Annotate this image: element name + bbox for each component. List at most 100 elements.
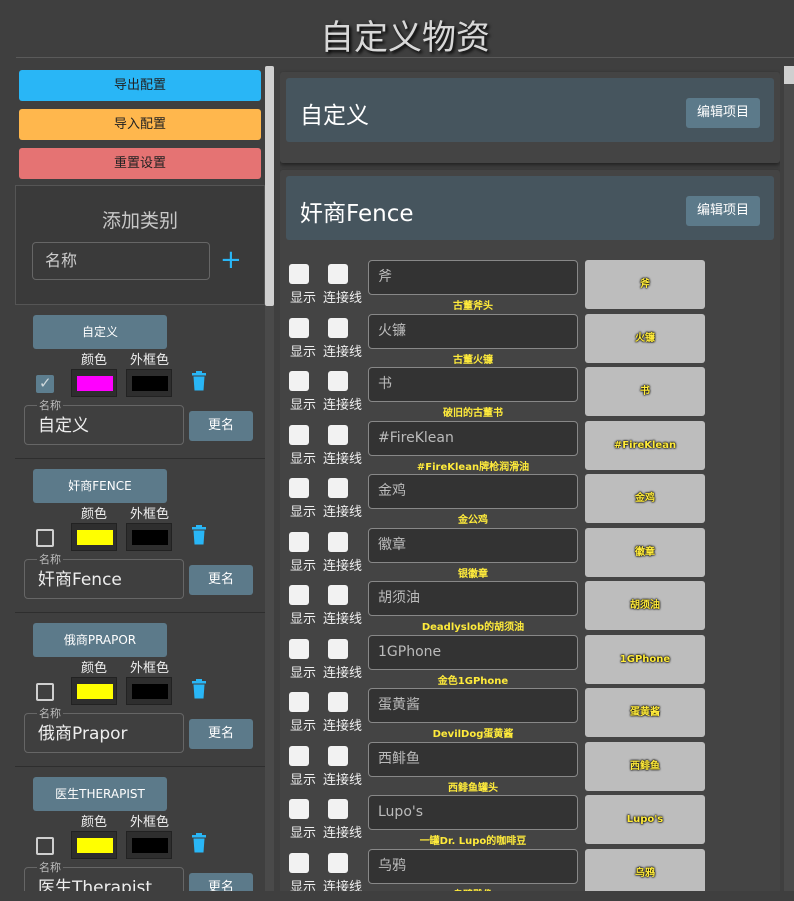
line-checkbox[interactable] [328,478,348,498]
border-color-picker[interactable] [126,831,172,859]
item-keyword-input[interactable]: 火镰 [368,313,578,349]
item-keyword-input[interactable]: 胡须油 [368,581,578,616]
color-swatch [77,530,113,545]
item-keyword-input[interactable]: Lupo's [368,795,578,830]
rename-button[interactable]: 更名 [189,411,253,441]
color-picker[interactable] [71,831,117,859]
show-checkbox[interactable] [289,371,309,391]
border-color-label: 外框色 [130,661,170,676]
show-checkbox[interactable] [289,317,309,338]
item-keyword-input[interactable]: 1GPhone [368,634,578,670]
item-keyword-input[interactable]: 金鸡 [368,474,578,509]
reset-settings-button[interactable]: 重置设置 [19,148,261,179]
item-keyword-input[interactable]: 蛋黄酱 [368,688,578,723]
item-preview-tile[interactable]: 斧 [585,260,705,309]
main-scrollbar[interactable] [784,66,794,891]
trash-icon[interactable] [191,371,207,391]
category-header-button[interactable]: 医生THERAPIST [33,777,167,811]
sidebar-scrollbar[interactable] [265,66,274,891]
item-keyword-input[interactable]: #FireKlean [368,420,578,456]
show-label: 显示 [290,505,317,520]
item-keyword-input[interactable]: 西鲱鱼 [368,741,578,777]
color-picker[interactable] [71,369,117,397]
color-picker[interactable] [71,677,117,705]
show-label: 显示 [290,558,317,574]
item-preview-tile[interactable]: 西鲱鱼 [585,741,705,791]
show-checkbox[interactable] [289,852,309,873]
show-checkbox[interactable] [289,745,309,766]
category-visible-checkbox[interactable] [36,374,54,393]
show-checkbox[interactable] [289,638,309,659]
edit-items-button[interactable]: 编辑项目 [686,196,760,226]
rename-button[interactable]: 更名 [189,719,253,749]
trash-icon[interactable] [191,525,207,545]
rename-button[interactable]: 更名 [189,565,253,595]
item-preview-tile[interactable]: #FireKlean [585,420,705,470]
border-color-picker[interactable] [126,369,172,397]
category-visible-checkbox[interactable] [36,529,54,547]
item-keyword-input[interactable]: 徽章 [368,527,578,563]
line-checkbox[interactable] [328,799,348,819]
item-full-name: 金公鸡 [458,515,488,526]
item-row: 显示 连接线书破旧的古董书书 [280,367,780,420]
item-preview-tile[interactable]: 金鸡 [585,474,705,523]
item-preview-tile[interactable]: 徽章 [585,527,705,577]
show-checkbox[interactable] [289,478,309,498]
import-config-button[interactable]: 导入配置 [19,109,261,140]
category-header-button[interactable]: 自定义 [33,315,167,349]
trash-icon[interactable] [191,679,207,699]
category-header-button[interactable]: 俄商PRAPOR [33,623,167,657]
main-content: 自定义 编辑项目 奸商Fence 编辑项目 显示 连接线斧古董斧头斧显示 连接线 火镰… [280,66,780,891]
border-color-picker[interactable] [126,523,172,551]
category-name-input[interactable]: 名称 [32,242,210,280]
border-color-label: 外框色 [130,507,170,522]
show-checkbox[interactable] [289,424,309,445]
show-checkbox[interactable] [289,585,309,605]
item-preview-tile[interactable]: 胡须油 [585,581,705,630]
line-checkbox[interactable] [328,585,348,605]
item-preview-tile[interactable]: 蛋黄酱 [585,688,705,737]
line-checkbox[interactable] [328,371,348,391]
export-config-button[interactable]: 导出配置 [19,70,261,101]
line-checkbox[interactable] [328,692,348,712]
line-checkbox[interactable] [328,264,348,284]
line-label: 连接线 [323,665,363,681]
category-visible-checkbox[interactable] [36,683,54,701]
line-checkbox[interactable] [328,745,348,766]
line-label: 连接线 [323,398,363,413]
rename-button[interactable]: 更名 [189,873,253,891]
show-label: 显示 [290,612,317,627]
main-scrollbar-thumb[interactable] [784,66,794,84]
item-preview-tile[interactable]: 书 [585,367,705,416]
panel-header: 自定义 编辑项目 [286,78,774,142]
color-label: 颜色 [81,815,108,830]
trash-icon[interactable] [191,833,207,853]
title-bar: 自定义物资 [16,0,794,58]
show-checkbox[interactable] [289,531,309,552]
item-preview-tile[interactable]: 乌鸦 [585,848,705,891]
line-checkbox[interactable] [328,424,348,445]
item-row: 显示 连接线 金鸡 金公鸡 金鸡 [280,474,780,527]
line-checkbox[interactable] [328,317,348,338]
show-label: 显示 [290,451,317,467]
color-picker[interactable] [71,523,117,551]
line-checkbox[interactable] [328,531,348,552]
border-color-picker[interactable] [126,677,172,705]
edit-items-button[interactable]: 编辑项目 [686,98,760,128]
line-checkbox[interactable] [328,638,348,659]
show-checkbox[interactable] [289,799,309,819]
item-keyword-input[interactable]: 乌鸦 [368,848,578,884]
show-checkbox[interactable] [289,264,309,284]
border-color-label: 外框色 [130,815,170,830]
item-preview-tile[interactable]: 1GPhone [585,634,705,684]
item-keyword-input[interactable]: 斧 [368,260,578,295]
category-header-button[interactable]: 奸商FENCE [33,469,167,503]
plus-icon[interactable]: + [220,244,242,276]
show-checkbox[interactable] [289,692,309,712]
line-checkbox[interactable] [328,852,348,873]
category-visible-checkbox[interactable] [36,837,54,855]
item-preview-tile[interactable]: Lupo's [585,795,705,844]
item-keyword-input[interactable]: 书 [368,367,578,402]
item-preview-tile[interactable]: 火镰 [585,313,705,363]
sidebar-scrollbar-thumb[interactable] [265,66,274,306]
